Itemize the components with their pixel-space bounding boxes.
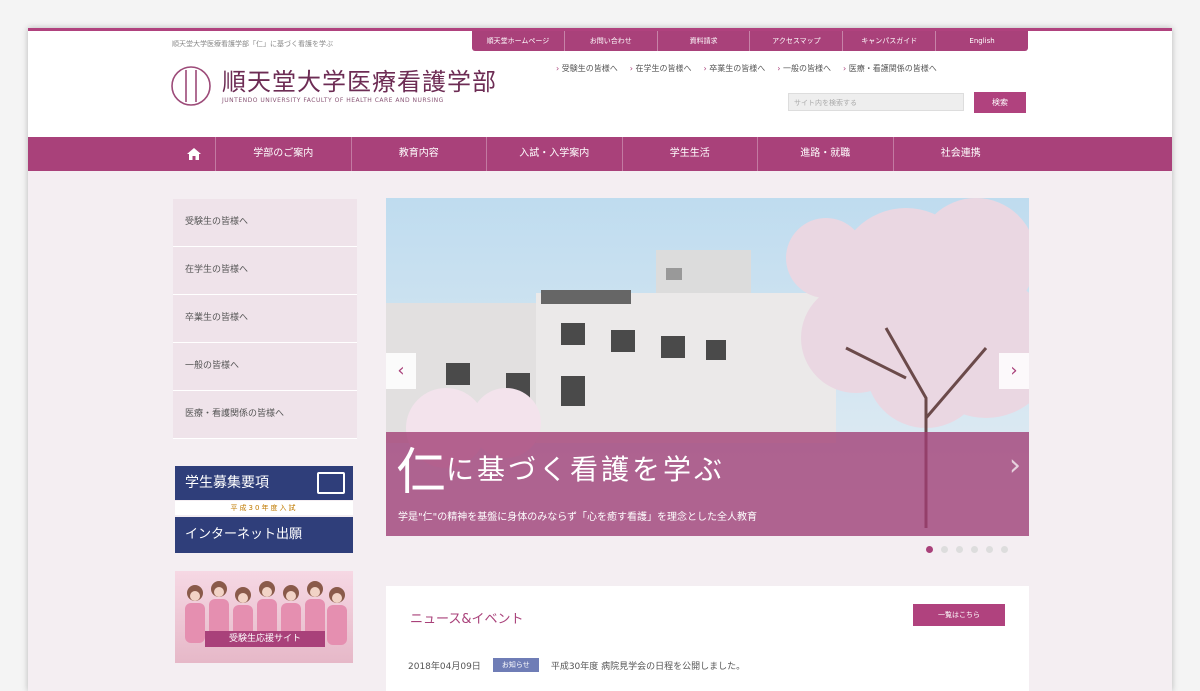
- util-link-campus-guide[interactable]: キャンパスガイド: [843, 31, 937, 51]
- slider-pagination: [926, 546, 1008, 553]
- applicant-support-label: 受験生応援サイト: [205, 631, 325, 647]
- util-link-juntendo-home[interactable]: 順天堂ホームページ: [472, 31, 565, 51]
- nav-curriculum[interactable]: 教育内容: [352, 137, 487, 171]
- nav-student-life[interactable]: 学生生活: [623, 137, 758, 171]
- audience-links: 受験生の皆様へ 在学生の皆様へ 卒業生の皆様へ 一般の皆様へ 医療・看護関係の皆…: [556, 63, 937, 74]
- main-content: 受験生の皆様へ 在学生の皆様へ 卒業生の皆様へ 一般の皆様へ 医療・看護関係の皆…: [28, 171, 1172, 691]
- hero-headline: 仁に基づく看護を学ぶ: [396, 432, 725, 504]
- sidebar-item-applicants[interactable]: 受験生の皆様へ: [173, 199, 357, 247]
- online-application-label: インターネット出願: [185, 527, 303, 542]
- hero-headline-kanji: 仁: [396, 443, 446, 501]
- book-icon: [317, 472, 345, 494]
- search-input[interactable]: サイト内を検索する: [788, 93, 964, 111]
- online-application-banner[interactable]: インターネット出願: [175, 517, 353, 553]
- sidebar-item-medical[interactable]: 医療・看護関係の皆様へ: [173, 391, 357, 439]
- page: 順天堂大学医療看護学部「仁」に基づく看護を学ぶ 順天堂ホームページ お問い合わせ…: [28, 28, 1172, 691]
- hero-headline-text: に基づく看護を学ぶ: [446, 453, 726, 486]
- nav-about[interactable]: 学部のご案内: [216, 137, 352, 171]
- audience-link-alumni[interactable]: 卒業生の皆様へ: [704, 63, 765, 74]
- audience-link-applicants[interactable]: 受験生の皆様へ: [556, 63, 618, 74]
- news-more-button[interactable]: 一覧はこちら: [913, 604, 1005, 626]
- slider-dot[interactable]: [971, 546, 978, 553]
- hero-caption: 学是"仁"の精神を基盤に身体のみならず「心を癒す看護」を理念とした全人教育: [398, 512, 757, 523]
- hero-slider[interactable]: 仁に基づく看護を学ぶ 学是"仁"の精神を基盤に身体のみならず「心を癒す看護」を理…: [386, 198, 1029, 536]
- audience-link-public[interactable]: 一般の皆様へ: [777, 63, 831, 74]
- slider-next-button[interactable]: ›: [999, 353, 1029, 389]
- sidebar-menu: 受験生の皆様へ 在学生の皆様へ 卒業生の皆様へ 一般の皆様へ 医療・看護関係の皆…: [173, 199, 357, 439]
- nav-career[interactable]: 進路・就職: [758, 137, 894, 171]
- util-link-contact[interactable]: お問い合わせ: [565, 31, 658, 51]
- audience-link-students[interactable]: 在学生の皆様へ: [630, 63, 692, 74]
- home-icon: [187, 148, 201, 160]
- news-date: 2018年04月09日: [408, 661, 481, 672]
- slider-dot[interactable]: [941, 546, 948, 553]
- search-button[interactable]: 検索: [974, 92, 1026, 113]
- sidebar-item-public[interactable]: 一般の皆様へ: [173, 343, 357, 391]
- util-link-access-map[interactable]: アクセスマップ: [750, 31, 844, 51]
- utility-nav: 順天堂ホームページ お問い合わせ 資料請求 アクセスマップ キャンパスガイド E…: [472, 31, 1028, 51]
- recruit-guide-banner[interactable]: 学生募集要項: [175, 466, 353, 500]
- nav-admissions[interactable]: 入試・入学案内: [487, 137, 623, 171]
- slider-dot[interactable]: [926, 546, 933, 553]
- recruit-guide-label: 学生募集要項: [185, 475, 269, 491]
- sidebar-item-alumni[interactable]: 卒業生の皆様へ: [173, 295, 357, 343]
- audience-link-medical[interactable]: 医療・看護関係の皆様へ: [843, 63, 937, 74]
- nav-community[interactable]: 社会連携: [894, 137, 1029, 171]
- site-tagline: 順天堂大学医療看護学部「仁」に基づく看護を学ぶ: [172, 40, 333, 48]
- news-tag: お知らせ: [492, 658, 539, 672]
- util-link-english[interactable]: English: [936, 31, 1028, 51]
- applicant-support-banner[interactable]: 受験生応援サイト: [175, 571, 353, 663]
- chevron-right-icon[interactable]: ›: [1009, 448, 1021, 483]
- slider-prev-button[interactable]: ‹: [386, 353, 416, 389]
- util-link-brochure[interactable]: 資料請求: [658, 31, 751, 51]
- site-logo[interactable]: 順天堂大学医療看護学部 JUNTENDO UNIVERSITY FACULTY …: [170, 65, 497, 107]
- sidebar-item-students[interactable]: 在学生の皆様へ: [173, 247, 357, 295]
- news-title: ニュース&イベント: [410, 612, 524, 627]
- logo-subtitle: JUNTENDO UNIVERSITY FACULTY OF HEALTH CA…: [222, 96, 444, 104]
- news-item[interactable]: 2018年04月09日 お知らせ 平成30年度 病院見学会の日程を公開しました。: [408, 658, 745, 672]
- logo-title: 順天堂大学医療看護学部: [222, 67, 497, 96]
- global-nav: 学部のご案内 教育内容 入試・入学案内 学生生活 進路・就職 社会連携: [28, 137, 1172, 171]
- slider-dot[interactable]: [986, 546, 993, 553]
- slider-dot[interactable]: [1001, 546, 1008, 553]
- news-text[interactable]: 平成30年度 病院見学会の日程を公開しました。: [551, 659, 745, 672]
- home-button[interactable]: [173, 137, 216, 171]
- news-section: ニュース&イベント 一覧はこちら 2018年04月09日 お知らせ 平成30年度…: [386, 586, 1029, 691]
- slider-dot[interactable]: [956, 546, 963, 553]
- recruit-guide-year: 平成30年度入試: [175, 501, 353, 515]
- logo-emblem-icon: [171, 66, 211, 106]
